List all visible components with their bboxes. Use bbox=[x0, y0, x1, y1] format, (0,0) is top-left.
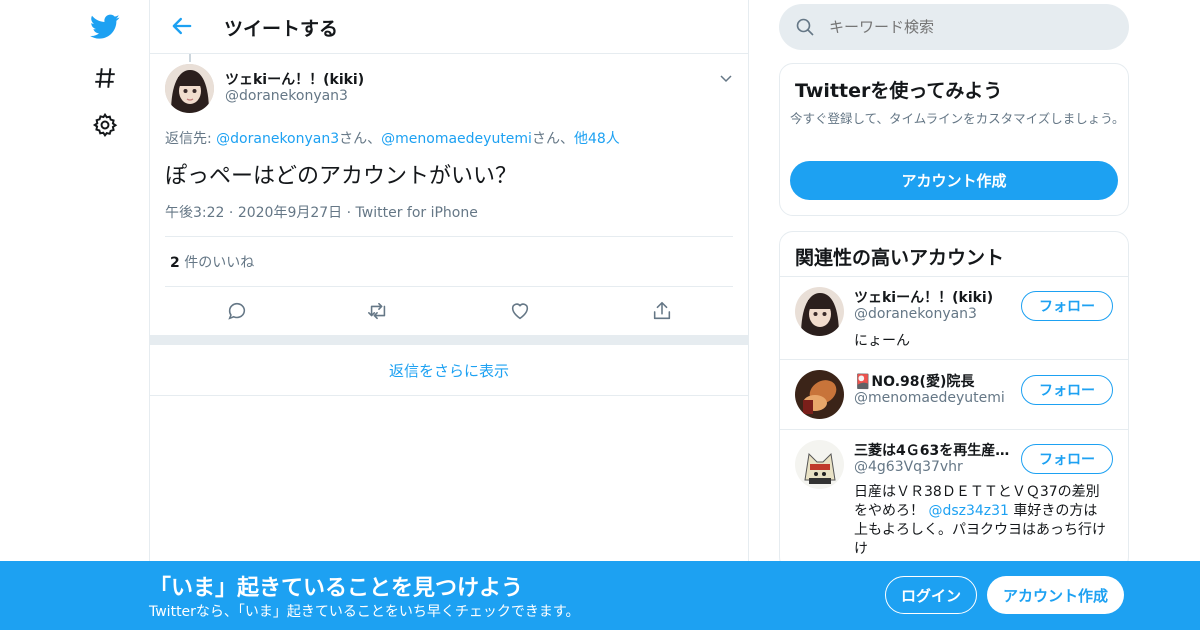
follow-button[interactable]: フォロー bbox=[1021, 291, 1113, 321]
bio-line: け bbox=[854, 541, 868, 557]
retweet-icon[interactable] bbox=[365, 298, 391, 324]
banner-signup-button[interactable]: アカウント作成 bbox=[987, 576, 1124, 614]
divider bbox=[780, 276, 1128, 277]
meta-dot: · bbox=[346, 205, 356, 221]
account-handle[interactable]: @4g63Vq37vhr bbox=[854, 459, 963, 475]
like-icon[interactable] bbox=[507, 298, 533, 324]
share-icon[interactable] bbox=[649, 298, 675, 324]
reply-prefix: 返信先: bbox=[165, 131, 217, 147]
reply-sep: さん、 bbox=[339, 131, 382, 147]
account-name[interactable]: 🎴NO.98(愛)院長 bbox=[854, 371, 974, 391]
tweet-source[interactable]: Twitter for iPhone bbox=[356, 205, 478, 221]
section-separator bbox=[150, 335, 748, 345]
avatar[interactable] bbox=[165, 64, 214, 113]
page-title: ツイートする bbox=[224, 18, 339, 40]
thread-line bbox=[189, 54, 191, 62]
likes-stat[interactable]: 2 件のいいね bbox=[170, 252, 254, 272]
avatar[interactable] bbox=[795, 440, 844, 489]
banner-subtitle: Twitterなら、「いま」起きていることをいち早くチェックできます。 bbox=[149, 604, 580, 620]
meta-dot: · bbox=[228, 205, 238, 221]
tweet-date[interactable]: 2020年9月27日 bbox=[238, 205, 342, 221]
signup-card-button[interactable]: アカウント作成 bbox=[790, 161, 1118, 200]
twitter-logo[interactable] bbox=[90, 12, 120, 42]
avatar[interactable] bbox=[795, 287, 844, 336]
follow-button[interactable]: フォロー bbox=[1021, 444, 1113, 474]
account-handle[interactable]: @menomaedeyutemi bbox=[854, 390, 1005, 406]
account-name[interactable]: 三菱は4Ｇ63を再生産… bbox=[854, 440, 1014, 460]
divider bbox=[150, 395, 748, 396]
likes-count: 2 bbox=[170, 255, 180, 271]
follow-button[interactable]: フォロー bbox=[1021, 375, 1113, 405]
avatar[interactable] bbox=[795, 370, 844, 419]
likes-label: 件のいいね bbox=[184, 255, 255, 271]
chevron-down-icon[interactable] bbox=[718, 70, 734, 86]
divider bbox=[165, 236, 733, 237]
divider bbox=[165, 286, 733, 287]
login-button[interactable]: ログイン bbox=[885, 576, 977, 614]
account-handle[interactable]: @doranekonyan3 bbox=[854, 306, 977, 322]
banner-title: 「いま」起きていることを見つけよう bbox=[149, 576, 524, 601]
bio-text: をやめろ！ bbox=[854, 503, 929, 519]
account-bio: にょーん bbox=[854, 333, 910, 349]
tweet-author-name[interactable]: ツェkiーん！！(kiki) bbox=[225, 69, 364, 89]
tweet-time[interactable]: 午後3:22 bbox=[165, 205, 224, 221]
reply-more-link[interactable]: 他48人 bbox=[574, 131, 620, 147]
signup-card-desc: 今すぐ登録して、タイムラインをカスタマイズしましょう。 bbox=[790, 111, 1125, 126]
related-title: 関連性の高いアカウント bbox=[795, 247, 1005, 269]
divider bbox=[780, 429, 1128, 430]
bio-line: をやめろ！ @dsz34z31 車好きの方は bbox=[854, 502, 1116, 521]
signup-card-title: Twitterを使ってみよう bbox=[795, 80, 1003, 102]
search-input[interactable] bbox=[829, 14, 1109, 40]
show-more-replies-link[interactable]: 返信をさらに表示 bbox=[150, 360, 748, 381]
reply-icon[interactable] bbox=[224, 298, 250, 324]
bio-mention-link[interactable]: @dsz34z31 bbox=[928, 503, 1009, 519]
search-box[interactable] bbox=[779, 4, 1129, 50]
account-name[interactable]: ツェkiーん！！(kiki) bbox=[854, 287, 993, 307]
back-arrow-icon[interactable] bbox=[168, 12, 196, 40]
reply-user-link[interactable]: @doranekonyan3 bbox=[216, 131, 339, 147]
reply-user-link[interactable]: @menomaedeyutemi bbox=[381, 131, 532, 147]
gear-icon[interactable] bbox=[90, 110, 120, 140]
header: ツイートする bbox=[150, 0, 748, 54]
reply-to-line: 返信先: @doranekonyan3さん、@menomaedeyutemiさん… bbox=[165, 128, 620, 148]
search-icon bbox=[795, 17, 815, 37]
bio-line: 日産はＶＲ38ＤＥＴＴとＶＱ37の差別 bbox=[854, 484, 1100, 500]
tweet-author-handle[interactable]: @doranekonyan3 bbox=[225, 88, 348, 104]
signup-banner: 「いま」起きていることを見つけよう Twitterなら、「いま」起きていることを… bbox=[0, 561, 1200, 630]
tweet-meta: 午後3:22 · 2020年9月27日 · Twitter for iPhone bbox=[165, 202, 478, 222]
bio-text: 車好きの方は bbox=[1008, 503, 1098, 519]
divider bbox=[780, 359, 1128, 360]
signup-card: Twitterを使ってみよう 今すぐ登録して、タイムラインをカスタマイズしましょ… bbox=[779, 63, 1129, 216]
main-column: ツイートする ツェkiーん！！(kiki) @doranekonyan3 返信先… bbox=[149, 0, 749, 630]
account-bio: 日産はＶＲ38ＤＥＴＴとＶＱ37の差別 をやめろ！ @dsz34z31 車好きの… bbox=[854, 483, 1116, 559]
bio-line: 上もよろしく。パヨクウヨはあっち行け bbox=[854, 522, 1106, 538]
tweet-text: ぽっペーはどのアカウントがいい？ bbox=[165, 164, 518, 189]
reply-sep: さん、 bbox=[531, 131, 574, 147]
hashtag-icon[interactable] bbox=[90, 63, 120, 93]
